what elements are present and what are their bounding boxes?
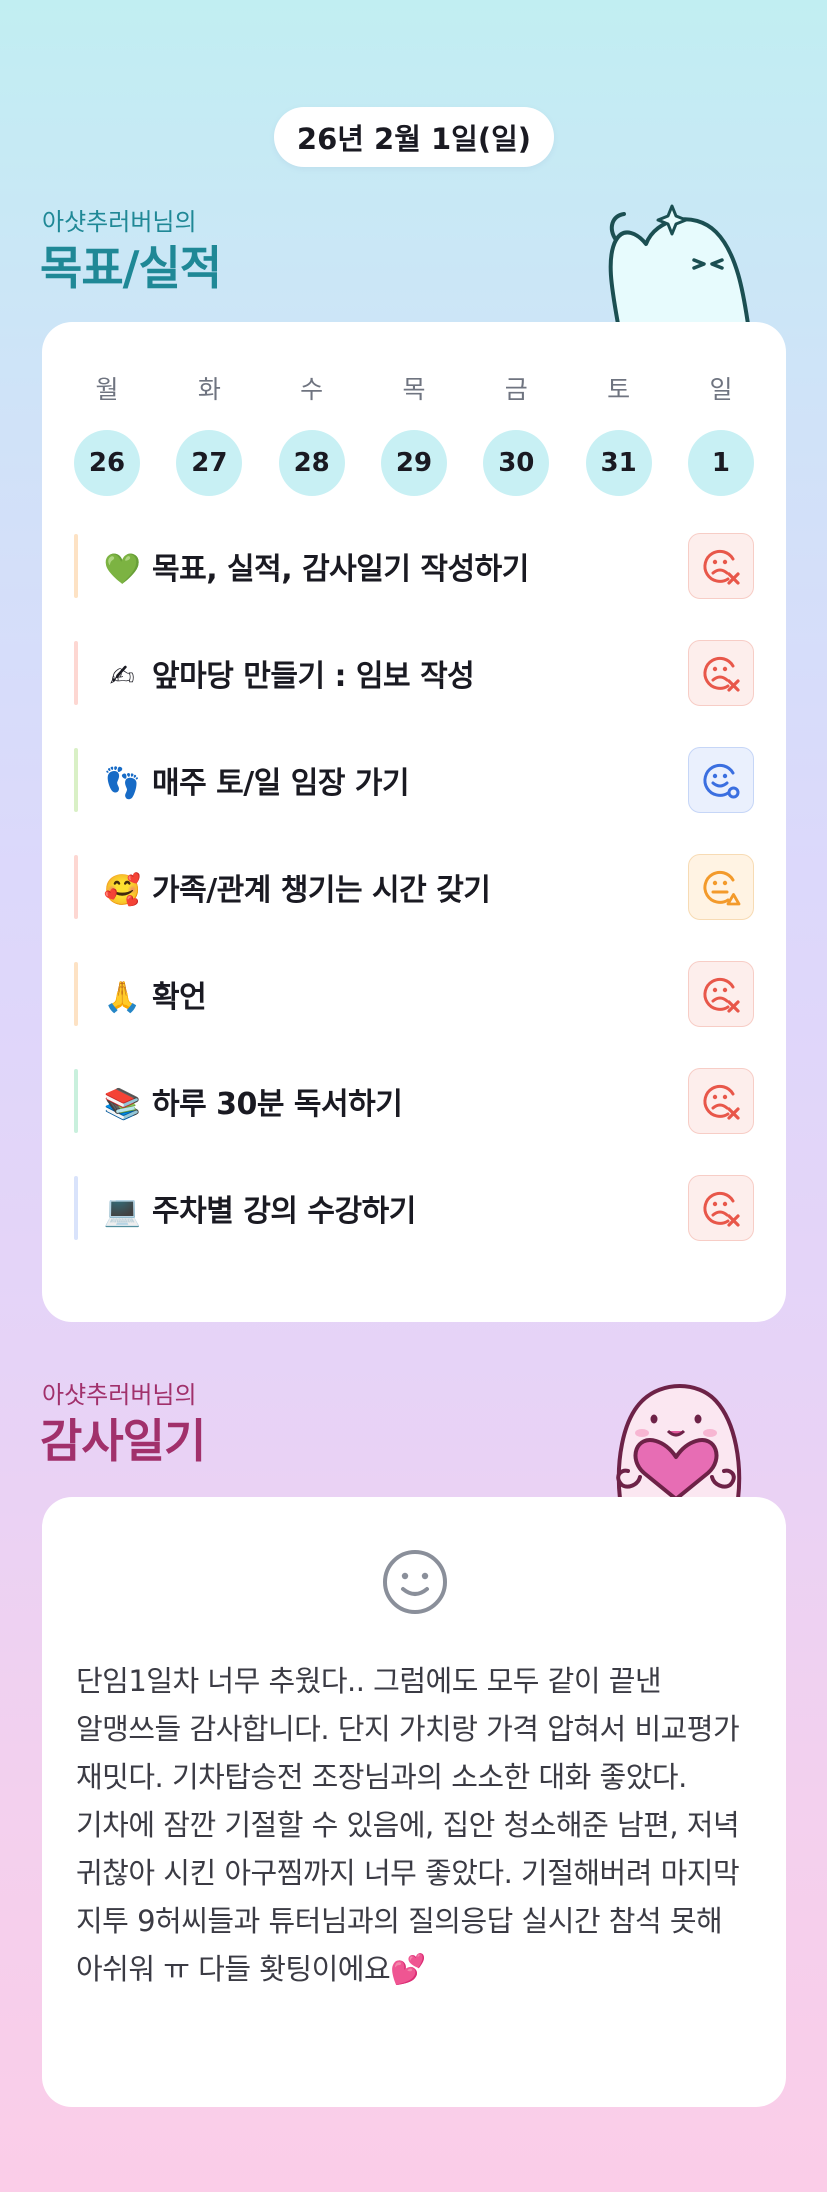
goal-color-bar [74,534,78,598]
goal-label: 주차별 강의 수강하기 [152,1194,416,1229]
day-chip[interactable]: 30 [483,430,550,496]
weekday-label: 목 [402,375,426,404]
day-chip[interactable]: 31 [585,430,652,496]
goal-label-wrap: 🙏 확언 [102,972,688,1016]
weekday-row: 월 화 수 목 금 토 일 [74,370,754,406]
smiley-face-icon[interactable] [382,1549,448,1615]
sad-face-x-icon [700,652,742,694]
goal-color-bar [74,641,78,705]
writing-hand-icon: ✍ [109,659,135,694]
diary-card: 단임1일차 너무 추웠다.. 그럼에도 모두 같이 끝낸 알맹쓰들 감사합니다.… [42,1497,786,2107]
day-chip-selected[interactable]: 1 [687,430,754,496]
goal-label-wrap: ✍ 앞마당 만들기 : 임보 작성 [102,651,688,695]
weekday-label: 월 [95,375,119,404]
day-row: 26 27 28 29 30 31 1 [74,430,754,496]
books-icon: 📚 [103,1087,141,1122]
day-chip[interactable]: 27 [176,430,243,496]
sad-face-x-icon [700,973,742,1015]
smile-face-o-icon [700,759,742,801]
goal-color-bar [74,1069,78,1133]
goal-status-button[interactable] [688,1175,754,1241]
goal-label: 하루 30분 독서하기 [152,1087,403,1122]
goal-item[interactable]: 📚 하루 30분 독서하기 [74,1067,754,1135]
goal-status-button[interactable] [688,854,754,920]
goal-item[interactable]: 👣 매주 토/일 임장 가기 [74,746,754,814]
neutral-face-triangle-icon [700,866,742,908]
goals-title: 목표/실적 [40,241,222,295]
goal-label: 목표, 실적, 감사일기 작성하기 [152,552,529,587]
ghost-mascot-icon [608,204,750,324]
goal-item[interactable]: 💚 목표, 실적, 감사일기 작성하기 [74,532,754,600]
smiling-face-hearts-icon: 🥰 [103,873,141,908]
goal-label-wrap: 💚 목표, 실적, 감사일기 작성하기 [102,544,688,588]
diary-title: 감사일기 [40,1414,206,1468]
sad-face-x-icon [700,1187,742,1229]
weekday-label: 토 [607,375,631,404]
goals-card: 월 화 수 목 금 토 일 26 27 28 29 30 31 1 💚 목표, 실… [42,322,786,1322]
goal-label: 앞마당 만들기 : 임보 작성 [152,659,475,694]
goal-color-bar [74,962,78,1026]
goal-status-button[interactable] [688,533,754,599]
day-chip[interactable]: 28 [278,430,345,496]
goal-status-button[interactable] [688,747,754,813]
goal-label: 확언 [152,980,207,1015]
goal-label-wrap: 💻 주차별 강의 수강하기 [102,1186,688,1230]
goal-label-wrap: 👣 매주 토/일 임장 가기 [102,758,688,802]
sad-face-x-icon [700,1080,742,1122]
folded-hands-icon: 🙏 [103,980,141,1015]
day-chip[interactable]: 26 [74,430,140,496]
goal-status-button[interactable] [688,961,754,1027]
green-heart-icon: 💚 [103,552,141,587]
goal-color-bar [74,1176,78,1240]
goal-label-wrap: 🥰 가족/관계 챙기는 시간 갖기 [102,865,688,909]
day-chip[interactable]: 29 [380,430,447,496]
goal-label: 가족/관계 챙기는 시간 갖기 [152,873,491,908]
goal-color-bar [74,748,78,812]
goal-item[interactable]: 💻 주차별 강의 수강하기 [74,1174,754,1242]
weekday-label: 금 [504,375,528,404]
goal-label-wrap: 📚 하루 30분 독서하기 [102,1079,688,1123]
ghost-heart-mascot-icon [616,1384,742,1499]
goal-status-button[interactable] [688,640,754,706]
goal-color-bar [74,855,78,919]
goal-status-button[interactable] [688,1068,754,1134]
goal-label: 매주 토/일 임장 가기 [152,766,410,801]
sad-face-x-icon [700,545,742,587]
goal-item[interactable]: 🥰 가족/관계 챙기는 시간 갖기 [74,853,754,921]
laptop-icon: 💻 [103,1194,141,1229]
footprints-icon: 👣 [103,766,141,801]
weekday-label: 수 [300,375,324,404]
weekday-label: 일 [709,375,733,404]
diary-entry-text: 단임1일차 너무 추웠다.. 그럼에도 모두 같이 끝낸 알맹쓰들 감사합니다.… [76,1664,740,1986]
date-display[interactable]: 26년 2월 1일(일) [274,107,554,167]
goal-item[interactable]: ✍ 앞마당 만들기 : 임보 작성 [74,639,754,707]
goal-item[interactable]: 🙏 확언 [74,960,754,1028]
weekday-label: 화 [197,375,221,404]
